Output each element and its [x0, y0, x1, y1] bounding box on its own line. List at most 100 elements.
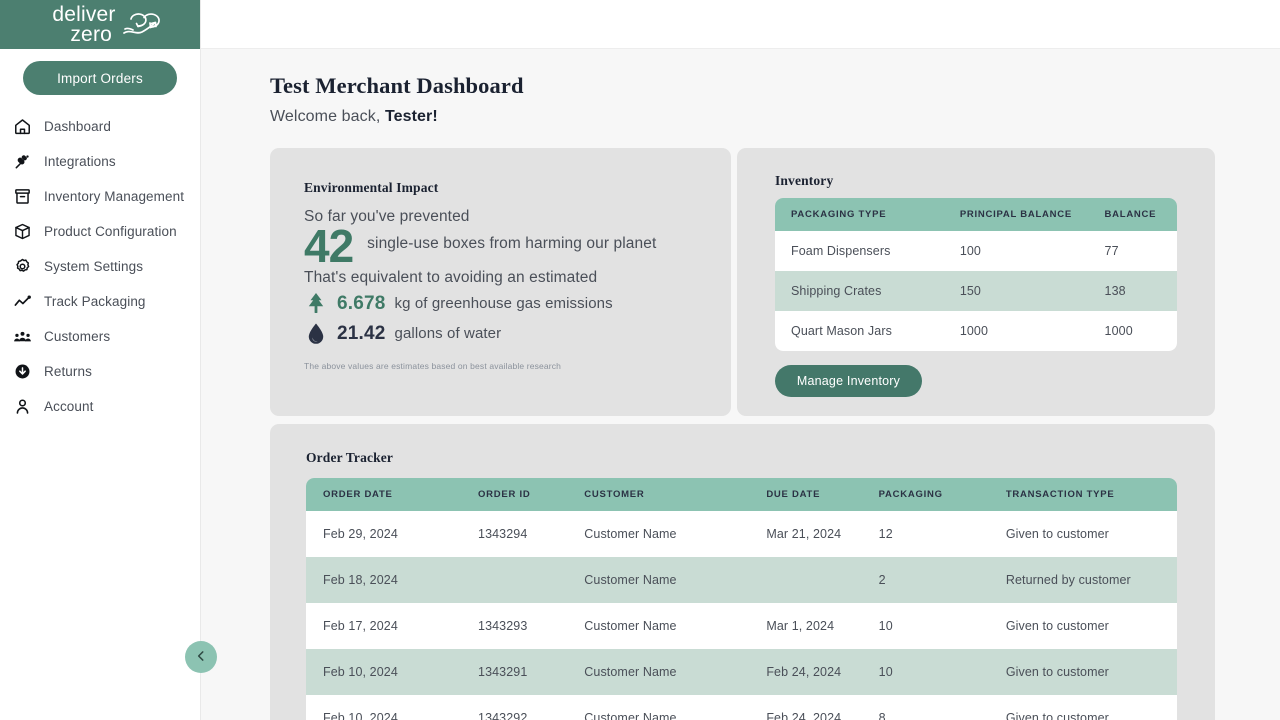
water-drop-icon [304, 321, 328, 347]
column-header-due-date[interactable]: DUE DATE [749, 478, 861, 511]
table-row[interactable]: Foam Dispensers 100 77 [775, 231, 1177, 271]
cell-order-date: Feb 17, 2024 [306, 603, 461, 649]
table-row[interactable]: Feb 10, 2024 1343292 Customer Name Feb 2… [306, 695, 1177, 720]
order-tracker-table-wrapper: ORDER DATE ORDER ID CUSTOMER DUE DATE PA… [306, 478, 1177, 720]
main-area: Test Merchant Dashboard Welcome back, Te… [201, 0, 1280, 720]
greenhouse-gas-metric: 6.678 kg of greenhouse gas emissions [304, 291, 705, 317]
inventory-table-wrapper: PACKAGING TYPE PRINCIPAL BALANCE BALANCE… [775, 198, 1177, 351]
cell-packaging: 10 [862, 603, 989, 649]
environmental-impact-card: Environmental Impact So far you've preve… [270, 148, 731, 416]
sidebar-item-product-configuration[interactable]: Product Configuration [0, 214, 200, 249]
page-content: Test Merchant Dashboard Welcome back, Te… [201, 49, 1280, 720]
inventory-card: Inventory PACKAGING TYPE PRINCIPAL BALAN… [737, 148, 1215, 416]
table-row[interactable]: Feb 17, 2024 1343293 Customer Name Mar 1… [306, 603, 1177, 649]
column-header-order-id[interactable]: ORDER ID [461, 478, 567, 511]
cell-order-id: 1343291 [461, 649, 567, 695]
order-tracker-table-body: Feb 29, 2024 1343294 Customer Name Mar 2… [306, 511, 1177, 720]
boxes-prevented-stat: 42 single-use boxes from harming our pla… [304, 222, 705, 272]
plug-connector-icon [12, 152, 32, 172]
cell-customer: Customer Name [567, 695, 749, 720]
cell-due-date: Mar 1, 2024 [749, 603, 861, 649]
cell-due-date: Feb 24, 2024 [749, 695, 861, 720]
manage-inventory-button[interactable]: Manage Inventory [775, 365, 922, 397]
cell-order-id [461, 557, 567, 603]
logo-line-2: zero [52, 25, 115, 44]
sidebar-item-label: Returns [44, 363, 92, 381]
cell-transaction-type: Given to customer [989, 695, 1177, 720]
cell-transaction-type: Returned by customer [989, 557, 1177, 603]
cell-order-date: Feb 18, 2024 [306, 557, 461, 603]
water-metric: 21.42 gallons of water [304, 321, 705, 347]
sidebar-item-label: Inventory Management [44, 188, 184, 206]
table-row[interactable]: Shipping Crates 150 138 [775, 271, 1177, 311]
cell-transaction-type: Given to customer [989, 603, 1177, 649]
inventory-table: PACKAGING TYPE PRINCIPAL BALANCE BALANCE… [775, 198, 1177, 351]
sidebar-item-account[interactable]: Account [0, 389, 200, 424]
top-bar [201, 0, 1280, 49]
sidebar-item-label: Track Packaging [44, 293, 146, 311]
sidebar-item-dashboard[interactable]: Dashboard [0, 109, 200, 144]
column-header-balance[interactable]: BALANCE [1089, 198, 1177, 231]
sidebar-item-label: System Settings [44, 258, 143, 276]
page-title: Test Merchant Dashboard [270, 73, 1215, 99]
sidebar-item-returns[interactable]: Returns [0, 354, 200, 389]
cell-due-date: Mar 21, 2024 [749, 511, 861, 557]
cell-due-date [749, 557, 861, 603]
download-circle-icon [12, 362, 32, 382]
brand-logo[interactable]: deliver zero [0, 0, 200, 49]
order-tracker-table-head: ORDER DATE ORDER ID CUSTOMER DUE DATE PA… [306, 478, 1177, 511]
cell-transaction-type: Given to customer [989, 649, 1177, 695]
cell-packaging-type: Foam Dispensers [775, 231, 944, 271]
cell-packaging-type: Shipping Crates [775, 271, 944, 311]
greenhouse-gas-unit: kg of greenhouse gas emissions [395, 295, 613, 312]
cell-order-date: Feb 10, 2024 [306, 695, 461, 720]
table-row[interactable]: Feb 18, 2024 Customer Name 2 Returned by… [306, 557, 1177, 603]
sidebar-item-system-settings[interactable]: System Settings [0, 249, 200, 284]
sidebar-item-track-packaging[interactable]: Track Packaging [0, 284, 200, 319]
column-header-packaging[interactable]: PACKAGING [862, 478, 989, 511]
cell-order-id: 1343292 [461, 695, 567, 720]
cell-transaction-type: Given to customer [989, 511, 1177, 557]
sidebar-item-customers[interactable]: Customers [0, 319, 200, 354]
sidebar-item-integrations[interactable]: Integrations [0, 144, 200, 179]
tree-icon [304, 291, 328, 317]
cell-packaging: 12 [862, 511, 989, 557]
sidebar-item-inventory-management[interactable]: Inventory Management [0, 179, 200, 214]
order-tracker-card: Order Tracker ORDER DATE ORDER ID CUSTOM… [270, 424, 1215, 720]
cell-customer: Customer Name [567, 603, 749, 649]
import-orders-button[interactable]: Import Orders [23, 61, 177, 95]
column-header-principal-balance[interactable]: PRINCIPAL BALANCE [944, 198, 1089, 231]
person-icon [12, 397, 32, 417]
table-row[interactable]: Feb 29, 2024 1343294 Customer Name Mar 2… [306, 511, 1177, 557]
sidebar-item-label: Integrations [44, 153, 116, 171]
boxes-prevented-caption: single-use boxes from harming our planet [367, 222, 656, 255]
package-box-icon [12, 222, 32, 242]
column-header-customer[interactable]: CUSTOMER [567, 478, 749, 511]
cell-order-date: Feb 29, 2024 [306, 511, 461, 557]
water-unit: gallons of water [395, 325, 502, 342]
table-row[interactable]: Quart Mason Jars 1000 1000 [775, 311, 1177, 351]
sidebar-item-label: Product Configuration [44, 223, 177, 241]
column-header-transaction-type[interactable]: TRANSACTION TYPE [989, 478, 1177, 511]
column-header-order-date[interactable]: ORDER DATE [306, 478, 461, 511]
line-chart-icon [12, 292, 32, 312]
table-row[interactable]: Feb 10, 2024 1343291 Customer Name Feb 2… [306, 649, 1177, 695]
welcome-message: Welcome back, Tester! [270, 108, 1215, 126]
column-header-packaging-type[interactable]: PACKAGING TYPE [775, 198, 944, 231]
inventory-title: Inventory [775, 173, 1177, 189]
recycle-arrows-icon [120, 5, 162, 44]
sidebar-item-label: Customers [44, 328, 110, 346]
order-tracker-title: Order Tracker [306, 450, 1177, 466]
table-header-row: ORDER DATE ORDER ID CUSTOMER DUE DATE PA… [306, 478, 1177, 511]
cell-order-id: 1343294 [461, 511, 567, 557]
sidebar-collapse-button[interactable] [185, 641, 217, 673]
home-icon [12, 117, 32, 137]
cell-principal-balance: 150 [944, 271, 1089, 311]
welcome-user-name: Tester! [385, 108, 438, 125]
cell-balance: 138 [1089, 271, 1177, 311]
people-group-icon [12, 327, 32, 347]
inventory-table-head: PACKAGING TYPE PRINCIPAL BALANCE BALANCE [775, 198, 1177, 231]
cell-balance: 77 [1089, 231, 1177, 271]
cell-packaging: 10 [862, 649, 989, 695]
environmental-impact-footnote: The above values are estimates based on … [304, 361, 705, 371]
